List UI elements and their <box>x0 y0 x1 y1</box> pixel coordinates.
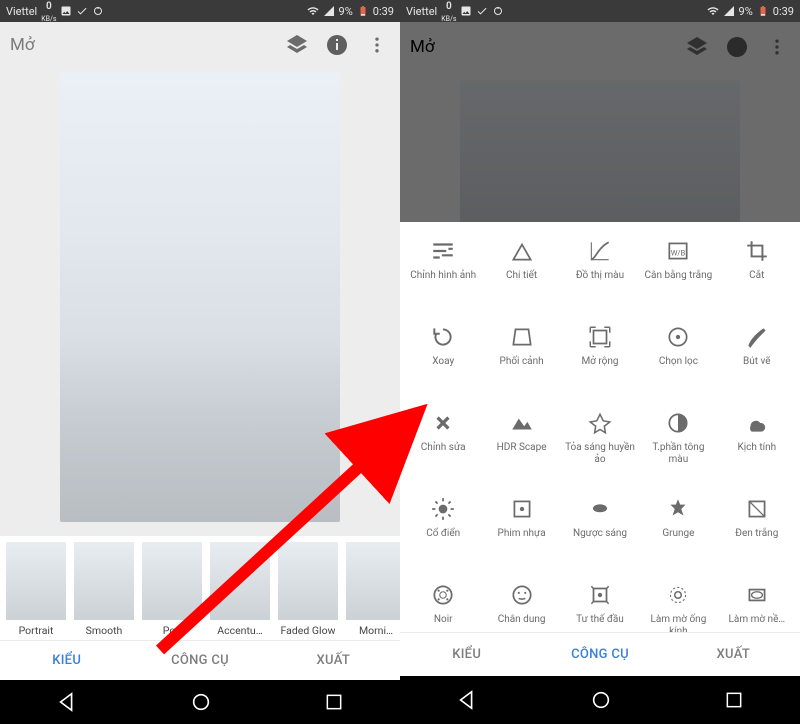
tool-bw[interactable]: Đen trắng <box>718 486 796 572</box>
tool-crop[interactable]: Cắt <box>718 228 796 314</box>
phone-right: Viettel 0KB/s 9% 0:39 Mở Chỉnh hình ảnh <box>400 0 800 724</box>
tool-noir[interactable]: Noir <box>404 572 482 632</box>
info-icon[interactable] <box>324 32 350 58</box>
tab-xuat[interactable]: XUẤT <box>667 647 800 662</box>
tool-film[interactable]: Phim nhựa <box>482 486 560 572</box>
filter-strip[interactable]: Portrait Smooth Pop Accentu… Faded Glow … <box>0 536 400 641</box>
filter-item[interactable]: Accentu… <box>208 542 272 637</box>
tool-brush[interactable]: Bút vẽ <box>718 314 796 400</box>
data-rate: 0KB/s <box>41 0 56 23</box>
filter-item[interactable]: Pop <box>140 542 204 637</box>
tool-rotate[interactable]: Xoay <box>404 314 482 400</box>
more-icon[interactable] <box>364 32 390 58</box>
home-icon[interactable] <box>190 691 212 713</box>
clock-label: 0:39 <box>373 5 394 18</box>
battery-pct: 9% <box>339 5 353 18</box>
data-rate: 0KB/s <box>441 0 456 23</box>
recents-icon[interactable] <box>324 692 344 712</box>
image-icon <box>60 5 72 17</box>
tool-vintage[interactable]: Cổ điển <box>404 486 482 572</box>
tool-curves[interactable]: Đồ thị màu <box>561 228 639 314</box>
filter-item[interactable]: Portrait <box>4 542 68 637</box>
status-bar: Viettel 0KB/s 9% 0:39 <box>400 0 800 22</box>
carrier-label: Viettel <box>406 5 437 18</box>
tool-headpose[interactable]: Tư thế đầu <box>561 572 639 632</box>
battery-icon <box>357 5 369 17</box>
tool-tonal[interactable]: T.phần tông màu <box>639 400 717 486</box>
battery-icon <box>757 5 769 17</box>
tool-perspective[interactable]: Phối cảnh <box>482 314 560 400</box>
tool-grid: Chỉnh hình ảnh Chi tiết Đồ thị màu W/BCâ… <box>400 222 800 632</box>
tool-retrolux[interactable]: Ngược sáng <box>561 486 639 572</box>
tool-tune[interactable]: Chỉnh hình ảnh <box>404 228 482 314</box>
photo-canvas[interactable] <box>0 68 400 536</box>
wifi-icon <box>307 5 319 17</box>
wifi-icon <box>707 5 719 17</box>
tool-details[interactable]: Chi tiết <box>482 228 560 314</box>
tool-expand[interactable]: Mở rộng <box>561 314 639 400</box>
circle-icon <box>92 5 104 17</box>
clock-label: 0:39 <box>773 5 794 18</box>
tool-hdr[interactable]: HDR Scape <box>482 400 560 486</box>
recents-icon[interactable] <box>724 690 744 710</box>
check-icon <box>476 5 488 17</box>
status-bar: Viettel 0KB/s 9% 0:39 <box>0 0 400 22</box>
tool-healing[interactable]: Chỉnh sửa <box>404 400 482 486</box>
battery-pct: 9% <box>739 5 753 18</box>
tool-portrait[interactable]: Chân dung <box>482 572 560 632</box>
back-icon[interactable] <box>456 689 478 711</box>
tool-grunge[interactable]: Grunge <box>639 486 717 572</box>
filter-item[interactable]: Morni… <box>344 542 400 637</box>
filter-item[interactable]: Smooth <box>72 542 136 637</box>
signal-icon <box>323 5 335 17</box>
tool-vignette[interactable]: Làm mờ nề… <box>718 572 796 632</box>
tab-kieu[interactable]: KIỂU <box>0 653 133 668</box>
filter-item[interactable]: Faded Glow <box>276 542 340 637</box>
app-toolbar: Mở <box>0 22 400 68</box>
dimmed-background: Mở <box>400 22 800 222</box>
image-icon <box>460 5 472 17</box>
tool-whitebalance[interactable]: W/BCân bằng trắng <box>639 228 717 314</box>
tab-congcu[interactable]: CÔNG CỤ <box>533 647 666 662</box>
svg-text:W/B: W/B <box>671 248 686 257</box>
bottom-tabs: KIỂU CÔNG CỤ XUẤT <box>400 632 800 676</box>
tab-congcu[interactable]: CÔNG CỤ <box>133 653 266 668</box>
carrier-label: Viettel <box>6 5 37 18</box>
tools-sheet: Chỉnh hình ảnh Chi tiết Đồ thị màu W/BCâ… <box>400 222 800 676</box>
circle-icon <box>492 5 504 17</box>
phone-left: Viettel 0KB/s 9% 0:39 Mở Portrait Smooth… <box>0 0 400 724</box>
android-navbar <box>0 680 400 724</box>
check-icon <box>76 5 88 17</box>
bottom-tabs: KIỂU CÔNG CỤ XUẤT <box>0 640 400 680</box>
signal-icon <box>723 5 735 17</box>
tool-selective[interactable]: Chọn lọc <box>639 314 717 400</box>
toolbar-title[interactable]: Mở <box>10 35 270 55</box>
tab-kieu[interactable]: KIỂU <box>400 647 533 662</box>
tab-xuat[interactable]: XUẤT <box>267 653 400 668</box>
layers-icon[interactable] <box>284 32 310 58</box>
tool-glamour[interactable]: Tỏa sáng huyền ảo <box>561 400 639 486</box>
android-navbar <box>400 676 800 724</box>
tool-lensblur[interactable]: Làm mờ ống kính <box>639 572 717 632</box>
tool-drama[interactable]: Kịch tính <box>718 400 796 486</box>
home-icon[interactable] <box>590 689 612 711</box>
main-photo <box>60 72 340 522</box>
back-icon[interactable] <box>56 691 78 713</box>
